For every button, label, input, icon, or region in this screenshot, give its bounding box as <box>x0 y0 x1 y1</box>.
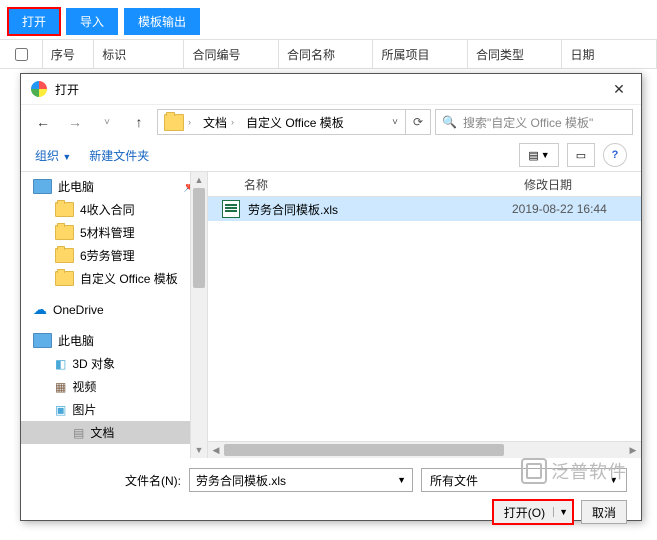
dialog-open-button[interactable]: 打开(O)▼ <box>493 500 573 524</box>
excel-icon <box>222 200 240 218</box>
chevron-down-icon[interactable]: ▼ <box>397 475 406 485</box>
select-all-checkbox[interactable] <box>15 48 28 61</box>
cloud-icon: ☁ <box>33 301 47 318</box>
scroll-up-icon[interactable]: ▲ <box>191 172 207 188</box>
scroll-left-icon[interactable]: ◀ <box>208 442 224 458</box>
col-header-name[interactable]: 名称 <box>216 176 524 193</box>
preview-toggle[interactable]: ▭ <box>567 143 595 167</box>
tree-scrollbar[interactable]: ▲▼ <box>190 172 207 458</box>
open-file-dialog: 打开 ✕ ← → ˅ ↑ › 文档 › 自定义 Office 模板 ˅ ⟳ 🔍 搜… <box>20 73 642 521</box>
dialog-title: 打开 <box>55 81 79 98</box>
col-type[interactable]: 合同类型 <box>468 40 563 68</box>
chevron-right-icon: › <box>231 117 234 127</box>
scroll-thumb[interactable] <box>224 444 504 456</box>
filename-label: 文件名(N): <box>119 472 181 489</box>
help-icon[interactable]: ? <box>603 143 627 167</box>
chevron-down-icon[interactable]: ▼ <box>553 507 568 517</box>
col-mark[interactable]: 标识 <box>94 40 184 68</box>
table-header: 序号 标识 合同编号 合同名称 所属项目 合同类型 日期 <box>0 39 657 69</box>
tree-folder-2[interactable]: 5材料管理 <box>21 221 207 244</box>
organize-menu[interactable]: 组织 ▼ <box>35 147 71 164</box>
monitor-icon <box>33 333 52 348</box>
scroll-thumb[interactable] <box>193 188 205 288</box>
col-header-date[interactable]: 修改日期 <box>524 176 572 193</box>
col-date[interactable]: 日期 <box>562 40 657 68</box>
scroll-down-icon[interactable]: ▼ <box>191 442 207 458</box>
tree-folder-3[interactable]: 6劳务管理 <box>21 244 207 267</box>
folder-tree: 此电脑📌 4收入合同 5材料管理 6劳务管理 自定义 Office 模板 ☁On… <box>21 172 208 458</box>
tree-this-pc-2[interactable]: 此电脑 <box>21 329 207 352</box>
view-menu[interactable]: ▤▼ <box>519 143 559 167</box>
import-button[interactable]: 导入 <box>66 8 118 35</box>
dialog-cancel-button[interactable]: 取消 <box>581 500 627 524</box>
new-folder-button[interactable]: 新建文件夹 <box>89 147 149 164</box>
folder-icon <box>55 225 74 240</box>
tree-onedrive[interactable]: ☁OneDrive <box>21 298 207 321</box>
tree-folder-1[interactable]: 4收入合同 <box>21 198 207 221</box>
film-icon: ▦ <box>55 380 66 394</box>
file-name: 劳务合同模板.xls <box>248 201 512 218</box>
back-button[interactable]: ← <box>29 109 57 135</box>
col-contract-no[interactable]: 合同编号 <box>184 40 279 68</box>
cube-icon: ◧ <box>55 357 66 371</box>
recent-dropdown[interactable]: ˅ <box>93 109 121 135</box>
crumb-dropdown[interactable]: ˅ <box>385 117 405 128</box>
tree-pictures[interactable]: ▣图片 <box>21 398 207 421</box>
watermark: 泛普软件 <box>521 458 627 484</box>
tree-videos[interactable]: ▦视频 <box>21 375 207 398</box>
file-list: 名称 修改日期 劳务合同模板.xls 2019-08-22 16:44 ◀▶ <box>208 172 641 458</box>
monitor-icon <box>33 179 52 194</box>
watermark-logo-icon <box>521 458 547 484</box>
file-row[interactable]: 劳务合同模板.xls 2019-08-22 16:44 <box>208 197 641 221</box>
image-icon: ▣ <box>55 403 66 417</box>
crumb-docs[interactable]: 文档 <box>203 114 227 131</box>
close-icon[interactable]: ✕ <box>607 81 631 98</box>
scroll-right-icon[interactable]: ▶ <box>625 442 641 458</box>
app-icon <box>31 81 47 97</box>
folder-icon <box>55 202 74 217</box>
list-h-scrollbar[interactable]: ◀▶ <box>208 441 641 458</box>
crumb-custom[interactable]: 自定义 Office 模板 <box>246 114 344 131</box>
tree-documents[interactable]: ▤文档 <box>21 421 207 444</box>
file-date: 2019-08-22 16:44 <box>512 202 607 216</box>
refresh-icon[interactable]: ⟳ <box>405 110 430 134</box>
breadcrumb[interactable]: › 文档 › 自定义 Office 模板 ˅ ⟳ <box>157 109 431 135</box>
col-seq[interactable]: 序号 <box>43 40 94 68</box>
document-icon: ▤ <box>73 426 84 440</box>
open-button[interactable]: 打开 <box>8 8 60 35</box>
template-output-button[interactable]: 模板输出 <box>124 8 200 35</box>
tree-this-pc[interactable]: 此电脑📌 <box>21 175 207 198</box>
col-contract-name[interactable]: 合同名称 <box>279 40 374 68</box>
chevron-right-icon: › <box>188 117 191 127</box>
search-input[interactable]: 🔍 搜索"自定义 Office 模板" <box>435 109 633 135</box>
folder-icon <box>164 114 184 131</box>
tree-3d-objects[interactable]: ◧3D 对象 <box>21 352 207 375</box>
folder-icon <box>55 248 74 263</box>
search-icon: 🔍 <box>442 115 457 129</box>
up-button[interactable]: ↑ <box>125 109 153 135</box>
col-project[interactable]: 所属项目 <box>373 40 468 68</box>
dialog-titlebar[interactable]: 打开 ✕ <box>21 74 641 105</box>
folder-icon <box>55 271 74 286</box>
filename-input[interactable]: 劳务合同模板.xls▼ <box>189 468 413 492</box>
search-placeholder: 搜索"自定义 Office 模板" <box>463 114 626 131</box>
tree-folder-4[interactable]: 自定义 Office 模板 <box>21 267 207 290</box>
forward-button[interactable]: → <box>61 109 89 135</box>
list-header: 名称 修改日期 <box>208 172 641 197</box>
